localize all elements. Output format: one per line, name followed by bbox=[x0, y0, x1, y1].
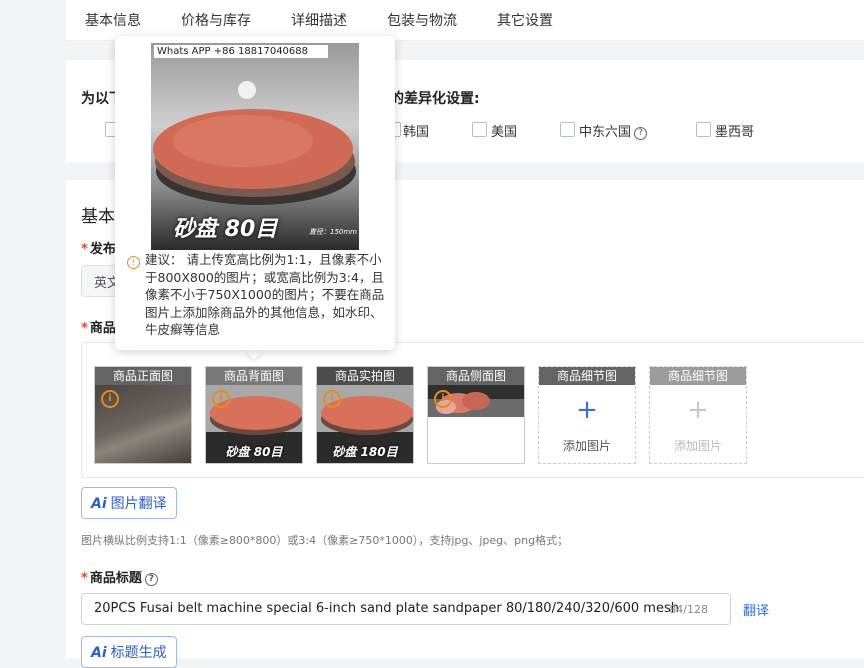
image-slot-detail-disabled: 商品细节图 + 添加图片 bbox=[649, 366, 747, 464]
tab-price-stock[interactable]: 价格与库存 bbox=[181, 10, 251, 30]
title-label: * 商品标题? bbox=[81, 567, 158, 586]
upload-suggestion: 建议： 请上传宽高比例为1:1，且像素不小于800X800的图片；或宽高比例为3… bbox=[145, 252, 385, 337]
plus-icon: + bbox=[576, 395, 598, 425]
help-icon[interactable]: ? bbox=[144, 573, 158, 586]
region-label-mexico: 墨西哥 bbox=[715, 125, 755, 140]
title-input[interactable]: 20PCS Fusai belt machine special 6-inch … bbox=[81, 593, 731, 625]
warning-icon: ! bbox=[127, 256, 140, 269]
image-translate-button[interactable]: Ai 图片翻译 bbox=[81, 487, 177, 519]
title-value: 20PCS Fusai belt machine special 6-inch … bbox=[94, 601, 679, 616]
section-title: 基本 bbox=[81, 207, 115, 227]
slot-label: 商品侧面图 bbox=[428, 367, 524, 385]
watermark-text: Whats APP +86 18817040688 bbox=[154, 45, 328, 58]
region-title-right: 的差异化设置: bbox=[390, 91, 480, 107]
publish-label: * 发布 bbox=[81, 242, 116, 257]
translate-link[interactable]: 翻译 bbox=[743, 600, 769, 619]
slot-label: 商品实拍图 bbox=[317, 367, 413, 385]
photo-caption: 砂盘 180目 bbox=[332, 445, 398, 459]
slot-label: 商品背面图 bbox=[206, 367, 302, 385]
image-slot-back[interactable]: 商品背面图 i 砂盘 80目 bbox=[205, 366, 303, 464]
preview-caption-sub: 直径：150mm bbox=[309, 228, 357, 236]
warning-icon: i bbox=[101, 390, 119, 408]
image-preview: Whats APP +86 18817040688 砂盘 80目 直径：150m… bbox=[151, 43, 359, 250]
warning-icon: i bbox=[434, 390, 452, 408]
region-checkbox-mexico[interactable] bbox=[696, 122, 711, 137]
tab-description[interactable]: 详细描述 bbox=[291, 10, 347, 30]
tab-basic-info[interactable]: 基本信息 bbox=[85, 10, 141, 30]
slot-label: 商品正面图 bbox=[95, 367, 191, 385]
plus-icon: + bbox=[687, 395, 709, 425]
slot-label: 商品细节图 bbox=[539, 367, 635, 385]
region-checkbox-middle-east[interactable] bbox=[560, 122, 575, 137]
image-slot-real[interactable]: 商品实拍图 i 砂盘 180目 bbox=[316, 366, 414, 464]
ai-icon: Ai bbox=[91, 496, 107, 512]
image-slot-detail[interactable]: 商品细节图 + 添加图片 bbox=[538, 366, 636, 464]
image-slot-front[interactable]: 商品正面图 i bbox=[94, 366, 192, 464]
region-label-middle-east: 中东六国? bbox=[579, 121, 648, 140]
region-label-usa: 美国 bbox=[491, 125, 518, 140]
ai-icon: Ai bbox=[91, 645, 107, 661]
image-preview-popover: Whats APP +86 18817040688 砂盘 80目 直径：150m… bbox=[115, 36, 395, 350]
photo-caption: 砂盘 80目 bbox=[225, 445, 283, 459]
tab-other-settings[interactable]: 其它设置 bbox=[497, 10, 553, 30]
region-checkbox-usa[interactable] bbox=[472, 122, 487, 137]
slot-label: 商品细节图 bbox=[650, 367, 746, 385]
warning-icon: i bbox=[323, 390, 341, 408]
add-image-text: 添加图片 bbox=[562, 439, 611, 453]
image-format-hint: 图片横纵比例支持1:1（像素≥800*800）或3:4（像素≥750*1000）… bbox=[81, 534, 569, 547]
tab-packaging-logistics[interactable]: 包装与物流 bbox=[387, 10, 457, 30]
preview-caption: 砂盘 80目 bbox=[173, 217, 278, 242]
image-slot-side[interactable]: 商品侧面图 i bbox=[427, 366, 525, 464]
add-image-text: 添加图片 bbox=[673, 439, 722, 453]
char-counter: 84/128 bbox=[669, 603, 708, 616]
title-generate-button[interactable]: Ai 标题生成 bbox=[81, 636, 177, 668]
region-label-korea: 韩国 bbox=[403, 125, 430, 140]
top-tab-bar: 基本信息 价格与库存 详细描述 包装与物流 其它设置 bbox=[66, 0, 864, 41]
warning-icon: i bbox=[212, 390, 230, 408]
help-icon[interactable]: ? bbox=[634, 127, 648, 140]
images-label: * 商品 bbox=[81, 321, 116, 336]
